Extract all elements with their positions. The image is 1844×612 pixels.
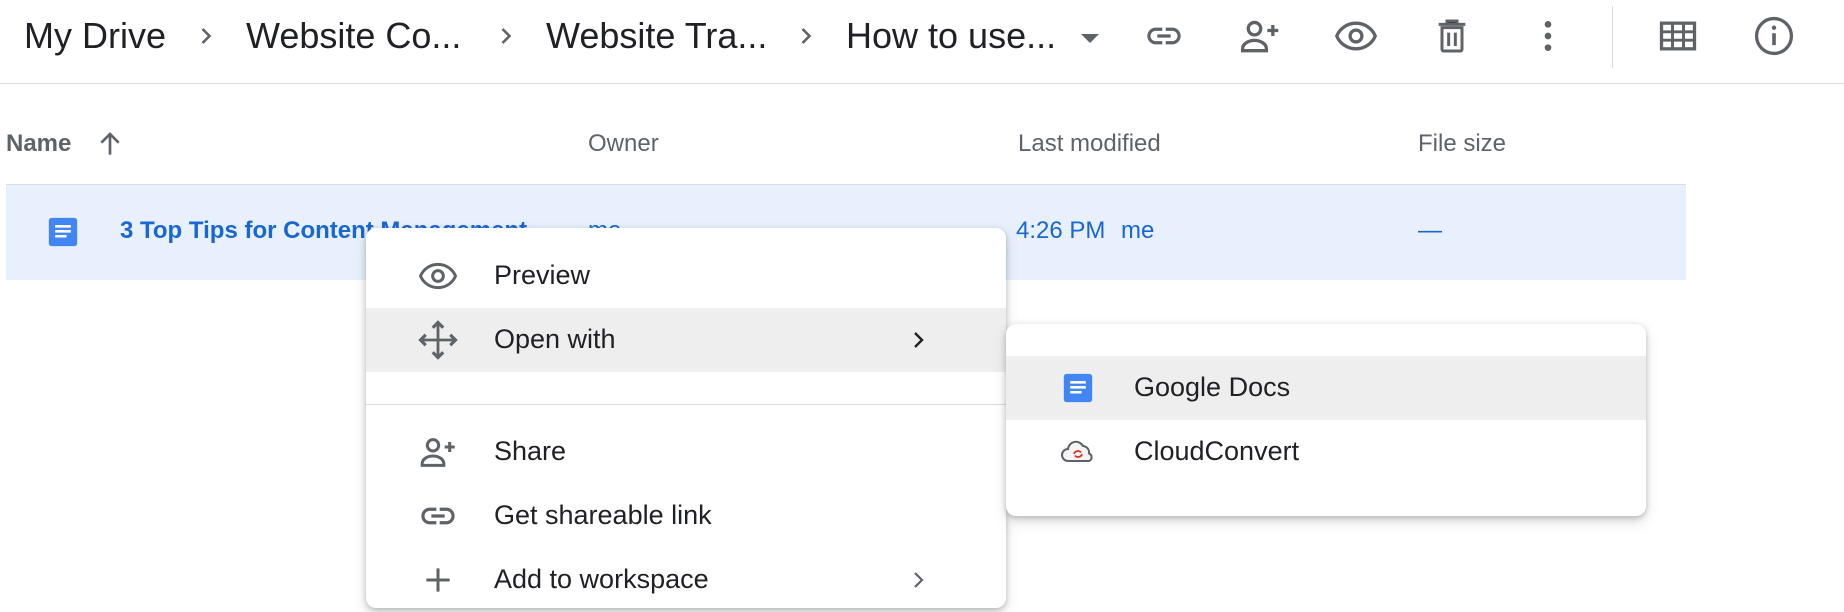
chevron-right-icon: [914, 332, 924, 348]
menu-item-preview[interactable]: Preview: [366, 244, 1006, 308]
column-header-name[interactable]: Name: [6, 130, 71, 158]
sort-ascending-icon[interactable]: [94, 128, 126, 160]
column-header-owner: Owner: [588, 130, 659, 157]
menu-divider: [366, 404, 1006, 405]
move-icon: [416, 320, 460, 360]
breadcrumb-website-tra[interactable]: Website Tra...: [546, 15, 767, 57]
link-icon[interactable]: [1142, 14, 1186, 58]
menu-item-share[interactable]: Share: [366, 420, 1006, 484]
menu-item-add-to-workspace[interactable]: Add to workspace: [366, 548, 1006, 612]
breadcrumb-my-drive[interactable]: My Drive: [24, 15, 166, 57]
google-docs-icon: [48, 217, 78, 247]
menu-item-cloudconvert[interactable]: CloudConvert: [1006, 420, 1646, 484]
menu-item-open-with[interactable]: Open with: [366, 308, 1006, 372]
grid-view-icon[interactable]: [1656, 14, 1700, 58]
eye-icon[interactable]: [1334, 14, 1378, 58]
open-with-submenu: Google Docs CloudConvert: [1006, 324, 1646, 516]
menu-item-label: Add to workspace: [494, 564, 709, 594]
menu-item-label: CloudConvert: [1134, 436, 1300, 466]
add-person-icon: [416, 432, 460, 472]
chevron-right-icon: [914, 572, 924, 588]
toolbar-divider: [1612, 6, 1613, 68]
column-header-last-modified[interactable]: Last modified: [1018, 130, 1161, 158]
plus-icon: [416, 560, 460, 600]
more-vert-icon[interactable]: [1526, 14, 1570, 58]
breadcrumb-website-co[interactable]: Website Co...: [246, 15, 461, 57]
breadcrumb-current-folder[interactable]: How to use...: [846, 15, 1056, 57]
column-header-file-size[interactable]: File size: [1418, 130, 1506, 158]
menu-item-google-docs[interactable]: Google Docs: [1006, 356, 1646, 420]
menu-item-label: Google Docs: [1134, 372, 1291, 402]
file-modified-by: me: [1121, 217, 1155, 244]
link-icon: [416, 496, 460, 536]
chevron-right-icon: [801, 28, 812, 44]
chevron-right-icon: [201, 28, 212, 44]
dropdown-arrow-icon[interactable]: [1078, 28, 1102, 48]
menu-item-label: Share: [494, 436, 567, 466]
context-menu: Preview Open with Share Get shareable li…: [366, 228, 1006, 608]
menu-item-get-shareable-link[interactable]: Get shareable link: [366, 484, 1006, 548]
eye-icon: [416, 256, 460, 296]
google-docs-icon: [1056, 368, 1100, 408]
info-icon[interactable]: [1752, 14, 1796, 58]
file-size: —: [1418, 217, 1442, 244]
trash-icon[interactable]: [1430, 14, 1474, 58]
add-person-icon[interactable]: [1238, 14, 1282, 58]
menu-item-label: Open with: [494, 324, 616, 354]
top-bar: My Drive Website Co... Website Tra... Ho…: [0, 0, 1844, 84]
file-modified-time: 4:26 PM: [1016, 217, 1106, 244]
cloudconvert-icon: [1056, 432, 1100, 472]
menu-item-label: Get shareable link: [494, 500, 712, 530]
menu-item-label: Preview: [494, 260, 591, 290]
chevron-right-icon: [501, 28, 512, 44]
